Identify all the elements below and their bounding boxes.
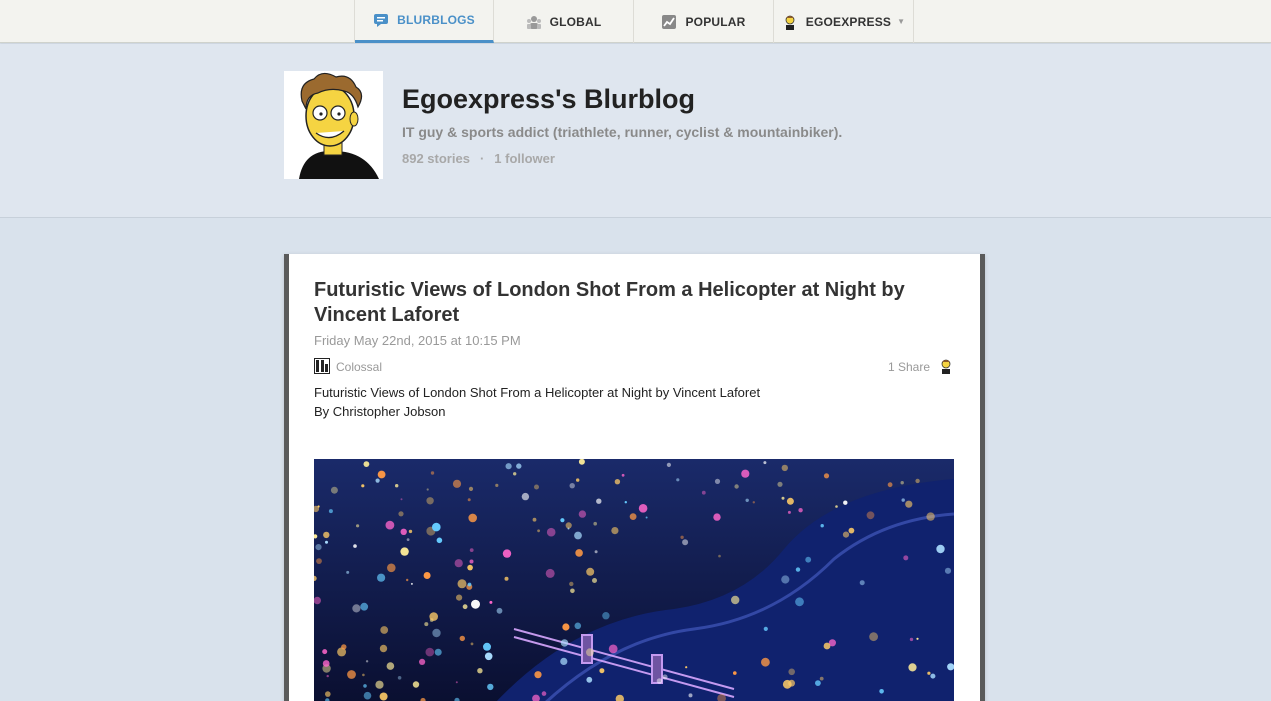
story-count: 892 stories bbox=[402, 151, 470, 166]
chevron-down-icon: ▼ bbox=[897, 17, 906, 26]
separator-dot: · bbox=[479, 151, 485, 166]
blog-description: IT guy & sports addict (triathlete, runn… bbox=[402, 124, 843, 140]
story-byline: By Christopher Jobson bbox=[314, 404, 446, 419]
tab-label: EGOEXPRESS bbox=[805, 14, 892, 29]
tab-blurblogs[interactable]: BLURBLOGS bbox=[355, 0, 494, 43]
story-content: Futuristic Views of London Shot From a H… bbox=[314, 383, 954, 421]
story-title[interactable]: Futuristic Views of London Shot From a H… bbox=[314, 278, 954, 328]
people-icon bbox=[526, 14, 542, 30]
blurblog-header: Egoexpress's Blurblog IT guy & sports ad… bbox=[0, 44, 1271, 218]
tab-user-menu[interactable]: EGOEXPRESS ▼ bbox=[774, 0, 914, 43]
tab-label: GLOBAL bbox=[549, 14, 602, 29]
sharer-avatar-icon[interactable] bbox=[938, 358, 954, 374]
story-feed-row: Colossal 1 Share bbox=[314, 358, 954, 374]
tab-popular[interactable]: POPULAR bbox=[634, 0, 774, 43]
story-image bbox=[314, 459, 954, 701]
top-navigation: BLURBLOGS GLOBAL POPULAR EGOEXPRESS ▼ bbox=[0, 0, 1271, 43]
tab-label: POPULAR bbox=[685, 14, 746, 29]
story-date: Friday May 22nd, 2015 at 10:15 PM bbox=[314, 333, 521, 348]
speech-bubble-icon bbox=[373, 12, 389, 28]
feed-favicon-icon bbox=[314, 358, 330, 374]
share-count: 1 Share bbox=[887, 360, 930, 374]
tab-global[interactable]: GLOBAL bbox=[494, 0, 634, 43]
blog-title: Egoexpress's Blurblog bbox=[402, 84, 695, 114]
blog-stats: 892 stories · 1 follower bbox=[402, 151, 555, 166]
feed-name[interactable]: Colossal bbox=[336, 360, 382, 374]
story-card: Futuristic Views of London Shot From a H… bbox=[284, 254, 985, 701]
follower-count[interactable]: 1 follower bbox=[494, 151, 555, 166]
nav-tabs: BLURBLOGS GLOBAL POPULAR EGOEXPRESS ▼ bbox=[354, 0, 914, 43]
profile-avatar[interactable] bbox=[284, 71, 383, 179]
story-content-line: Futuristic Views of London Shot From a H… bbox=[314, 385, 761, 400]
trend-chart-icon bbox=[661, 14, 677, 30]
tab-label: BLURBLOGS bbox=[397, 13, 475, 27]
user-avatar-icon bbox=[782, 14, 798, 30]
